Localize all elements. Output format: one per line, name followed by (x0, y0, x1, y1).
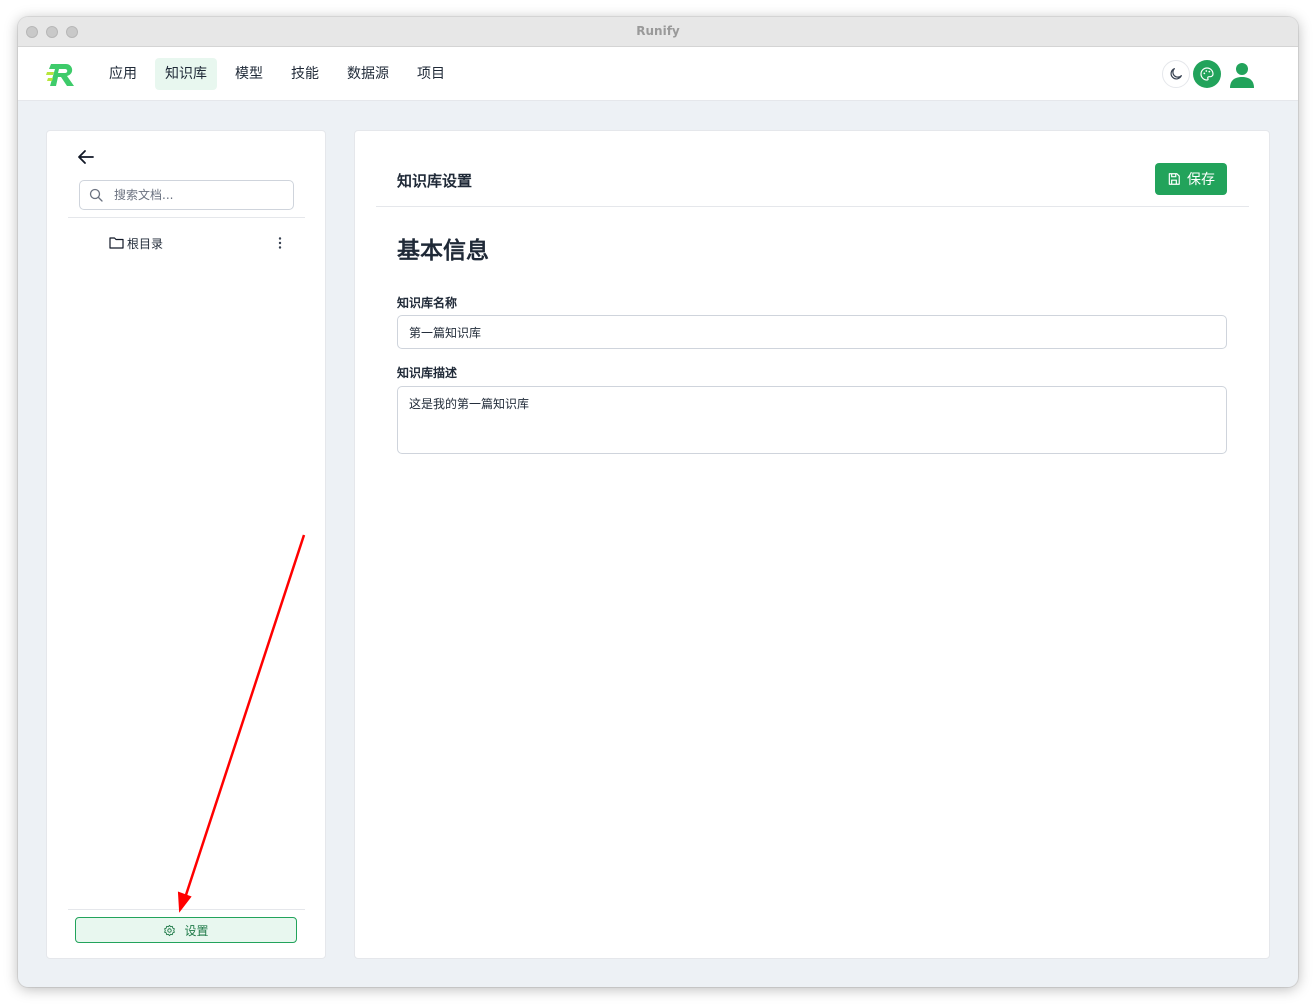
search-input[interactable] (114, 185, 284, 205)
page-title: 知识库设置 (397, 172, 473, 190)
title-bar: Runify (18, 17, 1298, 47)
moon-icon (1170, 68, 1182, 80)
user-avatar-icon[interactable] (1228, 61, 1256, 89)
name-field-label: 知识库名称 (397, 296, 458, 310)
sidebar: 根目录 设置 (46, 130, 326, 959)
main-panel: 知识库设置 保存 基本信息 知识库名称 知识库描述 这是我的第一篇知识库 (354, 130, 1270, 959)
name-input[interactable] (397, 315, 1227, 349)
settings-button[interactable]: 设置 (75, 917, 297, 943)
section-heading: 基本信息 (397, 238, 489, 264)
save-icon (1168, 173, 1180, 185)
tree-item-label: 根目录 (127, 237, 164, 251)
app-logo[interactable] (46, 61, 80, 89)
settings-label: 设置 (184, 923, 209, 938)
nav-item-apps[interactable]: 应用 (99, 58, 147, 90)
description-field-label: 知识库描述 (397, 366, 458, 380)
theme-toggle-button[interactable] (1162, 60, 1190, 88)
search-box (79, 180, 294, 210)
back-arrow-icon[interactable] (75, 146, 97, 168)
folder-icon (109, 237, 124, 249)
save-button[interactable]: 保存 (1155, 163, 1227, 195)
window-title: Runify (636, 24, 680, 38)
nav-item-knowledge-base[interactable]: 知识库 (155, 58, 217, 90)
top-nav: 应用 知识库 模型 技能 数据源 项目 (18, 47, 1298, 101)
sidebar-divider (68, 217, 305, 218)
nav-item-models[interactable]: 模型 (225, 58, 273, 90)
palette-button[interactable] (1193, 60, 1221, 88)
description-textarea[interactable]: 这是我的第一篇知识库 (397, 386, 1227, 454)
gear-icon (164, 924, 176, 936)
header-divider (376, 206, 1249, 207)
palette-icon (1200, 67, 1214, 81)
search-icon (89, 188, 103, 202)
app-window: Runify 应用 知识库 模型 技能 数据源 项目 搜索文档... 根目录 设… (18, 17, 1298, 987)
tree-item-root[interactable]: 根目录 (109, 233, 299, 253)
nav-item-projects[interactable]: 项目 (407, 58, 455, 90)
more-vertical-icon[interactable] (272, 235, 288, 251)
sidebar-footer-divider (68, 909, 305, 910)
save-label: 保存 (1187, 172, 1215, 188)
nav-item-data-sources[interactable]: 数据源 (337, 58, 399, 90)
nav-item-skills[interactable]: 技能 (281, 58, 329, 90)
